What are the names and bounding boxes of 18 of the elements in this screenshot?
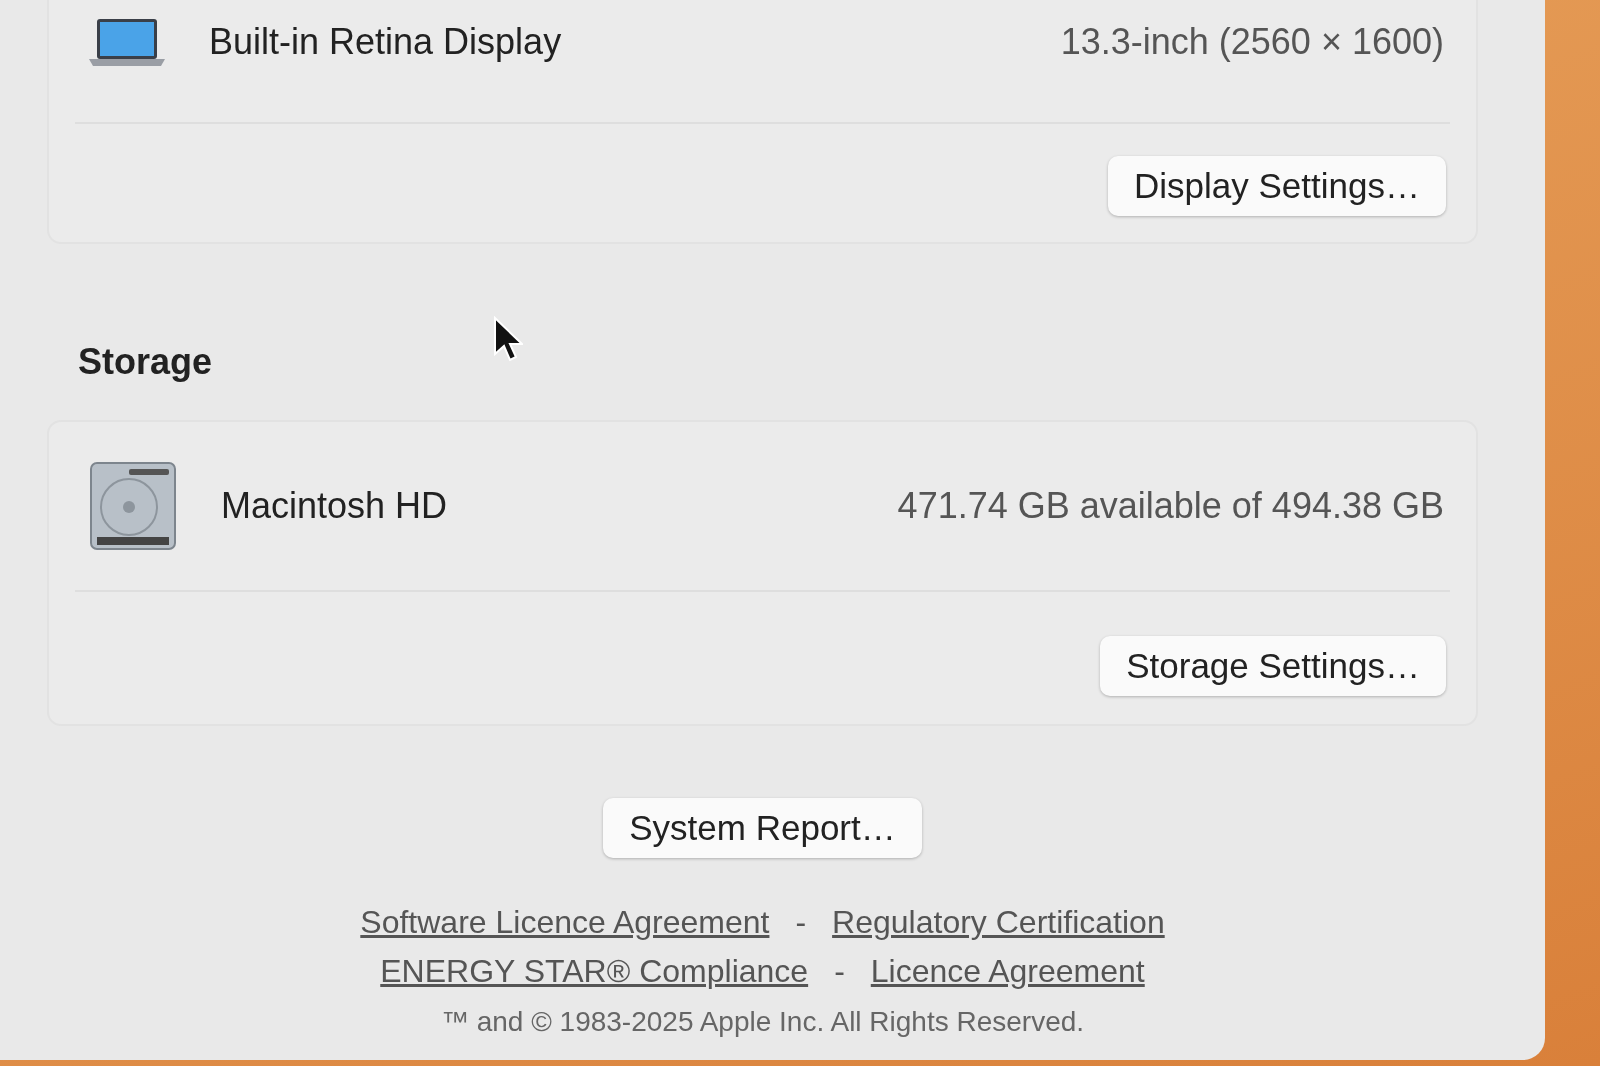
footer-link[interactable]: ENERGY STAR® Compliance <box>380 953 809 990</box>
mouse-pointer-icon <box>493 316 523 362</box>
copyright-text: ™ and © 1983-2025 Apple Inc. All Rights Reserved. <box>440 1006 1085 1038</box>
separator-text: - <box>834 953 845 990</box>
device-name: Built-in Retina Display <box>209 21 562 63</box>
settings-button[interactable]: Display Settings… <box>1108 156 1446 216</box>
device-detail: 13.3-inch (2560 × 1600) <box>1060 21 1444 63</box>
settings-button[interactable]: Storage Settings… <box>1100 636 1446 696</box>
device-name: Macintosh HD <box>221 485 448 527</box>
system-report-button[interactable]: System Report… <box>603 798 922 858</box>
section-heading: Storage <box>78 344 213 380</box>
hard-drive-icon <box>89 461 177 551</box>
footer-link[interactable]: Software Licence Agreement <box>360 904 770 941</box>
device-detail: 471.74 GB available of 494.38 GB <box>897 485 1444 527</box>
laptop-icon <box>89 17 165 67</box>
footer-link[interactable]: Regulatory Certification <box>832 904 1165 941</box>
separator-text: - <box>795 904 807 941</box>
footer-link[interactable]: Licence Agreement <box>870 953 1145 990</box>
